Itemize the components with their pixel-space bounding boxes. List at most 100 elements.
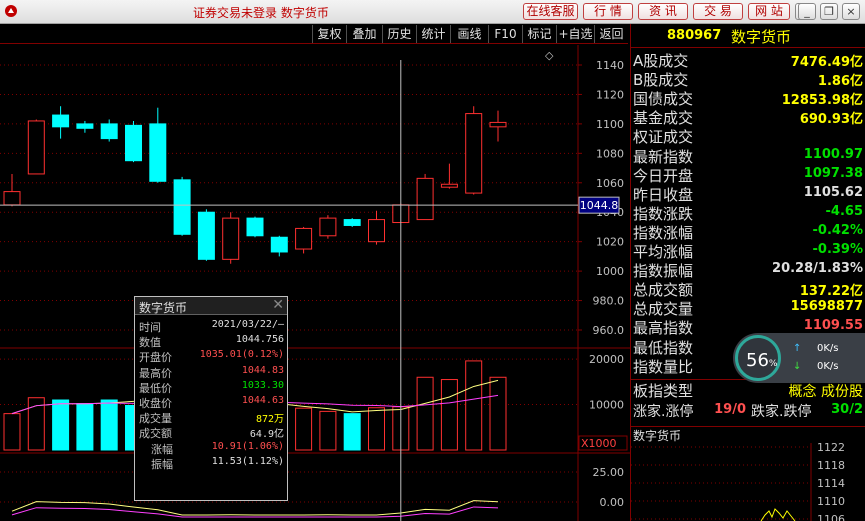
index-name: 数字货币 <box>731 28 792 46</box>
chart-grid <box>0 45 630 521</box>
ups-label: 涨家.涨停 <box>633 404 694 420</box>
candle-body <box>270 236 288 253</box>
quote-label: 国债成交 <box>633 90 694 109</box>
volume-tick-label: 10000 <box>589 399 624 412</box>
overlay-button[interactable]: 叠加 <box>346 25 382 43</box>
history-button[interactable]: 历史 <box>382 25 416 43</box>
quote-label: 总成交额 <box>633 281 694 300</box>
index-code: 880967 <box>667 28 722 43</box>
info-value: 2021/03/22/— <box>211 319 284 330</box>
indicator-tick-label: 25.00 <box>593 466 625 479</box>
candle-body <box>440 183 458 188</box>
candle-body <box>416 177 434 221</box>
title-bar: 证券交易未登录 数字货币 在线客服 行 情 资 讯 交 易 网 站 ◡ _ ❐ … <box>0 0 865 24</box>
market-button[interactable]: 行 情 <box>583 3 633 20</box>
website-button[interactable]: 网 站 <box>748 3 790 20</box>
volume-bar <box>319 410 337 451</box>
kline-chart[interactable]: 11401120110010801060104010201000980.0960… <box>0 45 630 521</box>
quote-value: 1105.62 <box>803 184 863 200</box>
volume-unit-label: X1000 <box>581 437 617 450</box>
diamond-icon: ◇ <box>545 49 554 62</box>
quote-label: A股成交 <box>633 52 689 70</box>
quote-row: B股成交 1.86亿 <box>631 69 865 90</box>
chart-toolbar: 复权 叠加 历史 统计 画线 F10 标记 +自选 返回 <box>0 24 628 44</box>
stats-button[interactable]: 统计 <box>416 25 450 43</box>
close-icon[interactable]: ✕ <box>272 297 284 313</box>
price-tick-label: 980.0 <box>593 295 625 308</box>
quote-row: 指数振幅 20.28/1.83% <box>631 260 865 280</box>
window-title: 证券交易未登录 数字货币 <box>193 6 329 20</box>
updown-row: 涨家.涨停 19/0 跌家.跌停 30/2 <box>631 401 865 420</box>
quote-label: B股成交 <box>633 71 689 90</box>
speed-percent: 56% <box>746 350 778 371</box>
info-label: 时间 <box>139 321 161 334</box>
close-button[interactable]: × <box>842 3 860 20</box>
candle-body <box>149 123 167 182</box>
quote-row: 指数涨跌 -4.65 <box>631 203 865 223</box>
mini-chart-title: 数字货币 <box>633 429 682 443</box>
speed-gauge: 56% <box>735 335 781 381</box>
info-row: 最低价 1033.30 <box>135 380 287 395</box>
candle-body <box>319 217 337 237</box>
candle-body <box>76 123 94 129</box>
info-row: 涨幅 10.91(1.06%) <box>135 441 287 456</box>
info-panel-header[interactable]: 数字货币 ✕ <box>135 297 287 315</box>
info-row: 开盘价 1035.01(0.12%) <box>135 349 287 364</box>
quote-label: 今日开盘 <box>633 166 694 185</box>
candle-body <box>489 121 507 128</box>
quote-header: 880967 数字货币 <box>631 24 865 48</box>
quote-row: 今日开盘 1097.38 <box>631 165 865 185</box>
info-label: 收盘价 <box>139 397 172 410</box>
volume-bar <box>440 379 458 451</box>
trade-button[interactable]: 交 易 <box>693 3 743 20</box>
restore-button[interactable]: ❐ <box>820 3 838 20</box>
mini-chart[interactable]: 1122 1118 1114 1110 1106 <box>631 443 865 521</box>
quote-row: 总成交额 137.22亿 <box>631 279 865 300</box>
candle-body <box>27 120 45 175</box>
info-label: 振幅 <box>151 457 173 471</box>
info-label: 最高价 <box>139 366 172 380</box>
candle-body <box>368 219 385 243</box>
mini-tick-label: 1110 <box>817 495 845 508</box>
news-button[interactable]: 资 讯 <box>638 3 688 20</box>
candle-body <box>465 113 483 194</box>
info-label: 涨幅 <box>151 442 173 456</box>
adjust-button[interactable]: 复权 <box>312 25 346 43</box>
mini-chart-title-row: 数字货币 <box>631 427 865 443</box>
info-row: 成交量 872万 <box>135 410 287 425</box>
mini-tick-label: 1114 <box>817 477 845 490</box>
draw-button[interactable]: 画线 <box>450 25 488 43</box>
mini-tick-label: 1106 <box>817 513 845 521</box>
mark-button[interactable]: 标记 <box>522 25 556 43</box>
candle-body <box>295 227 313 250</box>
candles <box>3 106 507 264</box>
quote-label: 昨日收盘 <box>633 185 694 204</box>
candle-body <box>100 123 118 140</box>
quote-value: 20.28/1.83% <box>772 261 863 277</box>
candle-info-panel[interactable]: 数字货币 ✕ 时间 2021/03/22/— 数值 1044.756 开盘价 1035.0… <box>134 296 288 501</box>
crosshair-price-label: 1044.8 <box>580 199 619 212</box>
volume-tick-label: 20000 <box>589 353 624 366</box>
add-watchlist-button[interactable]: +自选 <box>556 25 594 43</box>
f10-button[interactable]: F10 <box>488 25 522 43</box>
download-speed: 0K/s <box>817 361 839 372</box>
minimize-button[interactable]: _ <box>798 3 816 20</box>
quote-value: 1.86亿 <box>817 74 863 90</box>
quote-label: 权证成交 <box>633 128 694 147</box>
info-value: 1044.756 <box>235 334 284 346</box>
network-speed-widget[interactable]: 56% ↑ 0K/s ↓ 0K/s <box>733 333 865 383</box>
price-tick-label: 1020 <box>596 236 624 249</box>
indicator-tick-label: 0.00 <box>600 496 625 509</box>
info-value: 1044.63 <box>241 395 284 406</box>
online-service-button[interactable]: 在线客服 <box>523 3 578 20</box>
volume-bar <box>465 360 483 451</box>
candle-body <box>197 211 215 260</box>
quote-value: 12853.98亿 <box>781 93 863 109</box>
price-tick-label: 1100 <box>596 118 624 131</box>
download-arrow-icon: ↓ <box>793 361 802 372</box>
candle-body <box>343 219 361 226</box>
info-value: 872万 <box>255 414 284 426</box>
quote-value: 15698877 <box>790 299 863 315</box>
back-button[interactable]: 返回 <box>594 25 628 43</box>
price-tick-label: 1120 <box>596 88 624 101</box>
